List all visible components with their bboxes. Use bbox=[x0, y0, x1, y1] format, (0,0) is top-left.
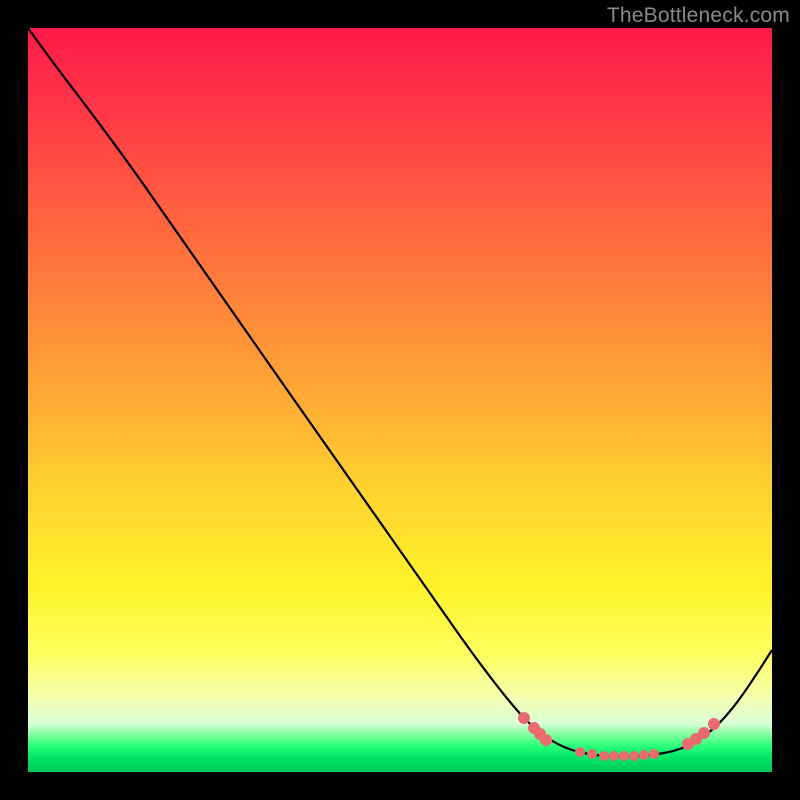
highlight-dots bbox=[518, 712, 720, 761]
watermark-text: TheBottleneck.com bbox=[607, 4, 790, 28]
bottleneck-curve bbox=[28, 28, 772, 772]
curve-path bbox=[28, 28, 772, 757]
chart-frame: TheBottleneck.com bbox=[0, 0, 800, 800]
plot-area bbox=[28, 28, 772, 772]
